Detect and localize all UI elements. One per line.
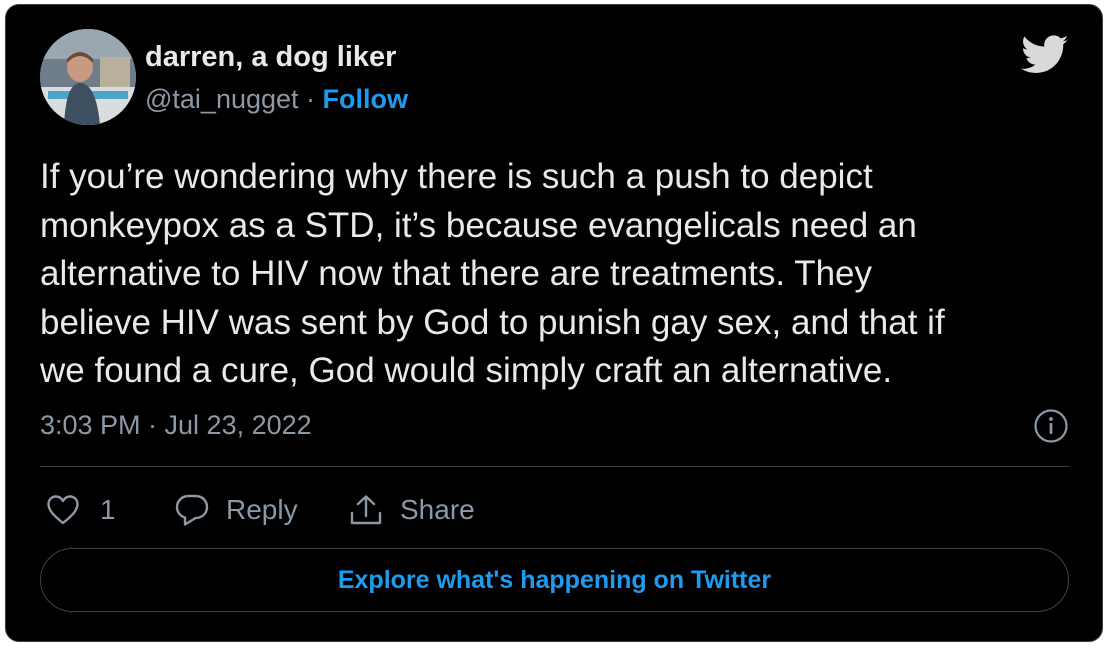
avatar-photo [40, 29, 136, 125]
share-upload-icon [350, 495, 382, 525]
twitter-bird-icon[interactable] [1021, 35, 1069, 75]
author-handle-line: @tai_nugget · Follow [145, 84, 408, 115]
explore-twitter-button[interactable]: Explore what's happening on Twitter [40, 548, 1069, 612]
divider [40, 466, 1069, 467]
like-button[interactable]: 1 [46, 490, 116, 530]
tweet-timestamp[interactable]: 3:03 PM · Jul 23, 2022 [40, 410, 312, 441]
tweet-text: If you’re wondering why there is such a … [40, 157, 945, 390]
like-count: 1 [100, 494, 116, 525]
heart-icon [47, 495, 79, 525]
reply-button[interactable]: Reply [174, 490, 298, 530]
share-label: Share [400, 494, 475, 525]
author-handle[interactable]: @tai_nugget [145, 84, 299, 114]
follow-link[interactable]: Follow [323, 84, 408, 114]
tweet-embed-card: darren, a dog liker @tai_nugget · Follow… [5, 4, 1103, 642]
handle-separator: · [298, 84, 323, 114]
info-icon[interactable] [1033, 408, 1069, 444]
speech-bubble-icon [175, 494, 209, 526]
share-button[interactable]: Share [348, 490, 475, 530]
avatar[interactable] [40, 29, 136, 125]
reply-label: Reply [226, 494, 298, 525]
author-display-name[interactable]: darren, a dog liker [145, 41, 396, 74]
